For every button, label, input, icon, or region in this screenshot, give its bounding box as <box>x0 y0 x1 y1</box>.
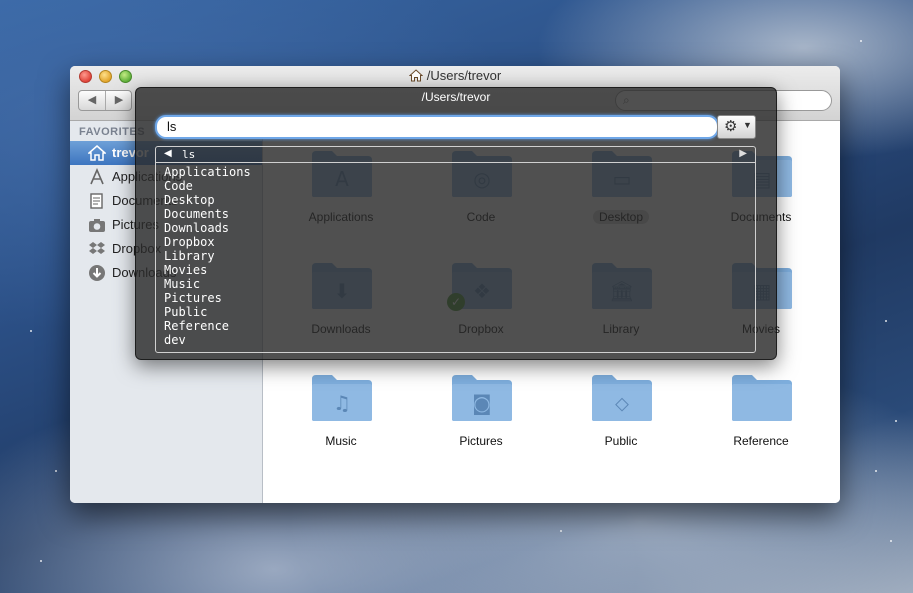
star <box>890 540 892 542</box>
folder-icon: ♫ <box>312 375 372 421</box>
gear-icon: ⚙ <box>724 118 738 135</box>
command-hud: /Users/trevor ls ⚙ ▼ ◀ ls ▶ Applications… <box>135 87 777 360</box>
folder-item[interactable]: ⬦ Public <box>551 371 691 471</box>
gear-menu-button[interactable]: ⚙ ▼ <box>717 115 756 139</box>
star <box>55 470 57 472</box>
camera-icon <box>88 216 106 234</box>
result-item[interactable]: Pictures <box>164 291 251 305</box>
documents-icon <box>88 192 106 210</box>
results-list: ◀ ls ▶ Applications Code Desktop Documen… <box>155 146 756 353</box>
dropbox-icon <box>88 240 106 258</box>
folder-label: Pictures <box>411 434 551 448</box>
result-item[interactable]: Library <box>164 249 251 263</box>
folder-icon <box>732 375 792 421</box>
result-item[interactable]: dev <box>164 333 251 347</box>
result-item[interactable]: Music <box>164 277 251 291</box>
folder-label-text: Pictures <box>459 434 503 448</box>
forward-arrow-icon[interactable]: ▶ <box>739 148 747 159</box>
star <box>30 330 32 332</box>
result-item[interactable]: Dropbox <box>164 235 251 249</box>
result-item[interactable]: Public <box>164 305 251 319</box>
downloads-icon <box>88 264 106 282</box>
window-title-text: /Users/trevor <box>426 68 502 83</box>
results-header-label: ls <box>182 148 196 161</box>
star <box>560 530 562 532</box>
result-item[interactable]: Reference <box>164 319 251 333</box>
folder-label: Reference <box>691 434 831 448</box>
command-input[interactable]: ls <box>155 115 719 139</box>
star <box>860 40 862 42</box>
result-item[interactable]: Code <box>164 179 251 193</box>
star <box>875 470 877 472</box>
star <box>895 420 897 422</box>
result-item[interactable]: Desktop <box>164 193 251 207</box>
folder-item[interactable]: ♫ Music <box>271 371 411 471</box>
svg-text:♫: ♫ <box>333 391 351 415</box>
folder-label-text: Public <box>604 434 638 448</box>
folder-icon: ⬦ <box>592 375 652 421</box>
forward-button[interactable]: ▶ <box>106 93 132 106</box>
results-items: Applications Code Desktop Documents Down… <box>164 165 251 347</box>
folder-label-text: Reference <box>733 434 789 448</box>
home-icon <box>87 144 107 162</box>
back-forward-buttons: ◀ ▶ <box>78 90 132 111</box>
star <box>885 320 887 322</box>
hud-title: /Users/trevor <box>421 90 491 104</box>
folder-item[interactable]: Reference <box>691 371 831 471</box>
folder-label: Public <box>551 434 691 448</box>
applications-icon <box>88 167 106 186</box>
star <box>40 560 42 562</box>
svg-text:◙: ◙ <box>472 391 491 415</box>
folder-icon: ◙ <box>452 375 512 421</box>
back-button[interactable]: ◀ <box>79 93 105 106</box>
result-item[interactable]: Movies <box>164 263 251 277</box>
chevron-down-icon: ▼ <box>743 120 752 130</box>
svg-text:⬦: ⬦ <box>615 391 629 415</box>
window-title: /Users/trevor <box>70 68 840 85</box>
result-item[interactable]: Applications <box>164 165 251 179</box>
back-arrow-icon[interactable]: ◀ <box>164 148 172 159</box>
result-item[interactable]: Downloads <box>164 221 251 235</box>
folder-label-text: Music <box>325 434 357 448</box>
results-header: ◀ ls ▶ <box>156 147 755 163</box>
home-icon <box>408 68 424 85</box>
folder-item[interactable]: ◙ Pictures <box>411 371 551 471</box>
result-item[interactable]: Documents <box>164 207 251 221</box>
folder-label: Music <box>271 434 411 448</box>
